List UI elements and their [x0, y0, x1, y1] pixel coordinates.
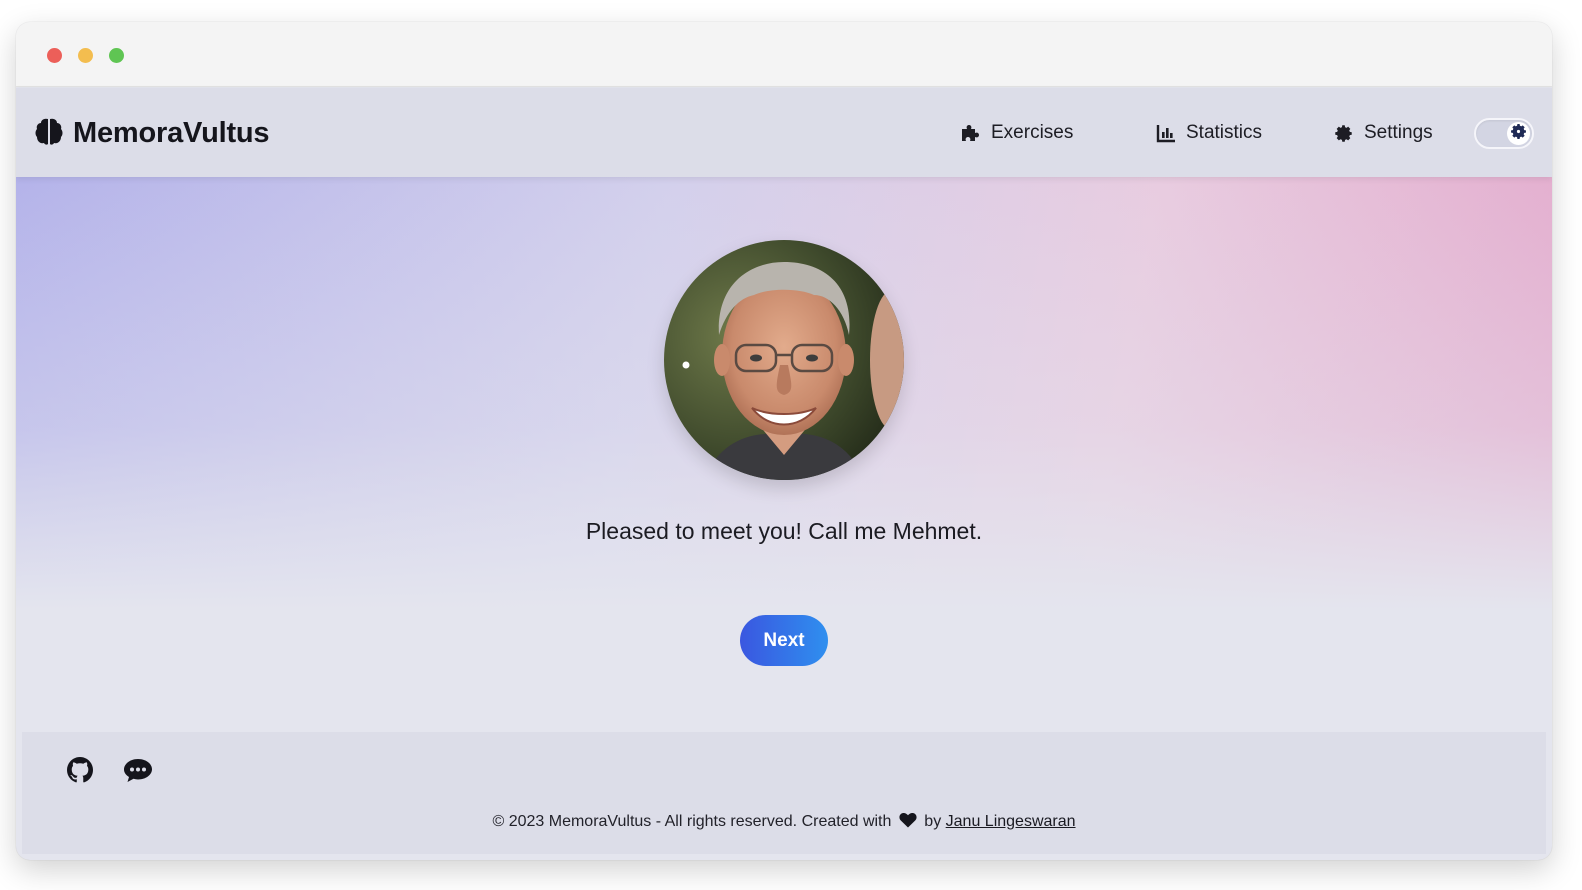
window-titlebar	[16, 22, 1552, 87]
nav-item-settings[interactable]: Settings	[1333, 119, 1433, 147]
copyright-by: by	[924, 813, 942, 830]
close-window-button[interactable]	[47, 48, 62, 63]
brand-link[interactable]: MemoraVultus	[34, 116, 270, 151]
nav-item-exercises[interactable]: Exercises	[959, 119, 1073, 147]
minimize-window-button[interactable]	[78, 48, 93, 63]
chat-icon[interactable]	[123, 755, 153, 785]
brain-icon	[34, 116, 64, 151]
copyright-text: © 2023 MemoraVultus - All rights reserve…	[22, 812, 1546, 833]
chart-icon	[1156, 123, 1176, 143]
author-link[interactable]: Janu Lingeswaran	[946, 813, 1076, 830]
next-button[interactable]: Next	[740, 615, 828, 666]
nav-item-label: Settings	[1364, 122, 1433, 143]
heart-icon	[899, 812, 917, 833]
github-icon[interactable]	[65, 755, 95, 785]
nav-item-label: Exercises	[991, 122, 1074, 143]
main-content: Pleased to meet you! Call me Mehmet. Nex…	[16, 177, 1552, 732]
portrait-photo	[664, 240, 904, 480]
toggle-knob	[1507, 122, 1530, 145]
navbar: MemoraVultus Exercises Statistics Settin…	[16, 88, 1552, 177]
maximize-window-button[interactable]	[109, 48, 124, 63]
brand-name: MemoraVultus	[73, 116, 270, 149]
greeting-text: Pleased to meet you! Call me Mehmet.	[585, 518, 983, 544]
copyright-prefix: © 2023 MemoraVultus - All rights reserve…	[492, 813, 892, 830]
nav-item-label: Statistics	[1186, 122, 1263, 143]
gear-icon	[1509, 122, 1528, 146]
gear-icon	[1333, 123, 1354, 144]
app-window: MemoraVultus Exercises Statistics Settin…	[16, 22, 1552, 860]
avatar	[664, 240, 904, 480]
theme-toggle[interactable]	[1474, 118, 1534, 149]
puzzle-icon	[959, 122, 981, 144]
nav-item-statistics[interactable]: Statistics	[1156, 119, 1262, 147]
footer: © 2023 MemoraVultus - All rights reserve…	[22, 732, 1546, 854]
